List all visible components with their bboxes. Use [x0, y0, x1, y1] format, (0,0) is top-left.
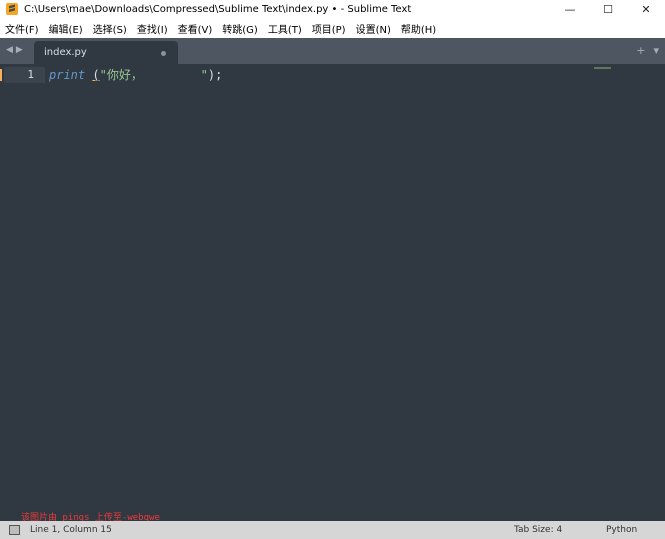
- tab-navigation: ◀ ▶: [6, 45, 23, 55]
- minimap[interactable]: [594, 67, 611, 69]
- menu-help[interactable]: 帮助(H): [401, 21, 436, 36]
- minimize-button[interactable]: —: [551, 0, 589, 18]
- tab-label: index.py: [44, 47, 87, 58]
- tab-bar: ◀ ▶ index.py + ▾: [0, 38, 665, 64]
- menu-find[interactable]: 查找(I): [137, 21, 168, 36]
- syntax-selector[interactable]: Python: [606, 525, 637, 535]
- menu-preferences[interactable]: 设置(N): [356, 21, 391, 36]
- tab-menu-chevron-icon[interactable]: ▾: [653, 45, 659, 56]
- sublime-text-icon: [6, 3, 18, 15]
- menu-view[interactable]: 查看(V): [178, 21, 213, 36]
- modified-line-marker: [0, 69, 2, 81]
- title-bar: C:\Users\mae\Downloads\Compressed\Sublim…: [0, 0, 665, 18]
- menu-selection[interactable]: 选择(S): [93, 21, 127, 36]
- close-button[interactable]: ✕: [627, 0, 665, 18]
- code-string: "你好， ": [99, 68, 208, 82]
- tab-size[interactable]: Tab Size: 4: [514, 525, 562, 535]
- code-line[interactable]: print ("你好， ");: [49, 67, 222, 83]
- tab-bar-actions: + ▾: [636, 45, 659, 56]
- menu-edit[interactable]: 编辑(E): [49, 21, 83, 36]
- line-number: 1: [27, 68, 34, 81]
- code-close: );: [207, 68, 223, 82]
- status-bar: Line 1, Column 15 Tab Size: 4 Python: [0, 521, 665, 539]
- tab-nav-left-icon[interactable]: ◀: [6, 45, 13, 55]
- menu-project[interactable]: 项目(P): [312, 21, 346, 36]
- tab-nav-right-icon[interactable]: ▶: [16, 45, 23, 55]
- window-title: C:\Users\mae\Downloads\Compressed\Sublim…: [24, 3, 412, 15]
- cursor-position[interactable]: Line 1, Column 15: [30, 525, 112, 535]
- menu-goto[interactable]: 转跳(G): [222, 21, 258, 36]
- maximize-button[interactable]: ☐: [589, 0, 627, 18]
- tab-index-py[interactable]: index.py: [34, 41, 178, 64]
- panel-toggle-icon[interactable]: [9, 525, 20, 535]
- code-open-paren: (: [92, 68, 100, 82]
- menu-bar: 文件(F) 编辑(E) 选择(S) 查找(I) 查看(V) 转跳(G) 工具(T…: [0, 18, 665, 38]
- window-controls: — ☐ ✕: [551, 0, 665, 18]
- code-keyword-print: print: [49, 68, 86, 82]
- new-tab-plus-icon[interactable]: +: [636, 45, 645, 56]
- unsaved-dot-icon[interactable]: [161, 51, 166, 56]
- menu-tools[interactable]: 工具(T): [268, 21, 302, 36]
- menu-file[interactable]: 文件(F): [5, 21, 39, 36]
- editor-area[interactable]: 1 print ("你好， ");: [0, 64, 665, 520]
